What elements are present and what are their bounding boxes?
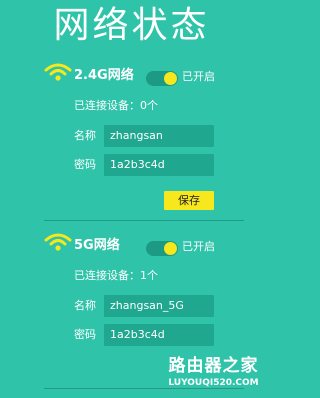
toggle-status-label: 已开启 xyxy=(182,240,215,253)
network-name-field[interactable]: zhangsan_5G xyxy=(104,295,214,317)
connected-devices: 已连接设备：1个 xyxy=(74,269,158,282)
wifi-toggle[interactable] xyxy=(146,241,178,256)
toggle-knob xyxy=(164,242,177,255)
name-label: 名称 xyxy=(74,299,96,312)
password-label: 密码 xyxy=(74,158,96,171)
password-label: 密码 xyxy=(74,328,96,341)
name-label: 名称 xyxy=(74,129,96,142)
page-title: 网络状态 xyxy=(53,5,210,46)
watermark-url: LUYOUQI520.COM xyxy=(168,378,259,388)
band-title: 2.4G网络 xyxy=(74,68,134,83)
network-name-field[interactable]: zhangsan xyxy=(104,125,214,147)
band-title: 5G网络 xyxy=(74,238,120,253)
wifi-toggle[interactable] xyxy=(146,71,178,86)
watermark-logo: 路由器之家 LUYOUQI520.COM xyxy=(164,355,263,395)
password-field[interactable]: 1a2b3c4d xyxy=(104,154,214,176)
password-field[interactable]: 1a2b3c4d xyxy=(104,324,214,346)
watermark-text: 路由器之家 xyxy=(168,356,259,376)
network-section-2g: 2.4G网络 已开启 已连接设备：0个 名称 zhangsan 密码 1a2b3… xyxy=(0,58,263,228)
toggle-knob xyxy=(164,72,177,85)
connected-devices: 已连接设备：0个 xyxy=(74,99,158,112)
save-button[interactable]: 保存 xyxy=(164,191,214,210)
wifi-icon xyxy=(44,63,72,81)
toggle-status-label: 已开启 xyxy=(182,70,215,83)
wifi-icon xyxy=(44,233,72,251)
section-divider xyxy=(44,220,244,221)
